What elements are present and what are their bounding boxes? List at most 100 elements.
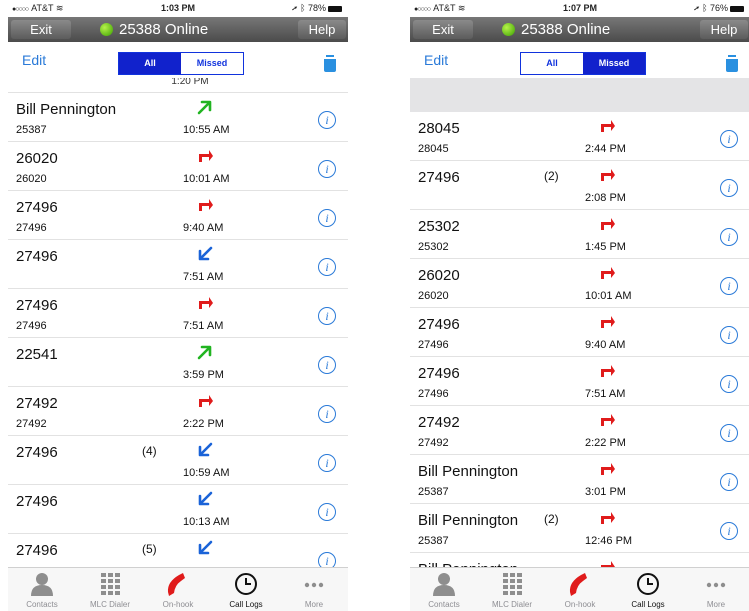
call-log-row[interactable]: 27496 (4) 10:59 AM i bbox=[8, 436, 348, 485]
filter-all-tab[interactable]: All bbox=[119, 53, 181, 74]
info-icon[interactable]: i bbox=[318, 552, 336, 567]
call-time: 2:22 PM bbox=[585, 437, 626, 449]
call-log-row[interactable]: Bill Penningtoni bbox=[410, 553, 749, 567]
trash-icon[interactable] bbox=[324, 55, 336, 72]
edit-button[interactable]: Edit bbox=[22, 52, 46, 68]
info-icon[interactable]: i bbox=[318, 356, 336, 374]
tab-label: Call Logs bbox=[631, 600, 665, 609]
info-icon[interactable]: i bbox=[720, 179, 738, 197]
call-log-row[interactable]: 27496 27496 9:40 AM i bbox=[410, 308, 749, 357]
call-list[interactable]: 1:20 PM Bill Pennington 25387 10:55 AM i 260… bbox=[8, 78, 348, 567]
trash-icon[interactable] bbox=[726, 55, 738, 72]
call-list[interactable]: 28045 28045 2:44 PM i 27496 (2) 2:08 PM i 25302 2… bbox=[410, 78, 749, 567]
online-label: 25388 Online bbox=[521, 21, 611, 38]
filter-missed-tab[interactable]: Missed bbox=[583, 53, 645, 74]
call-time: 9:40 AM bbox=[183, 222, 224, 234]
call-log-row[interactable]: 27492 27492 2:22 PM i bbox=[410, 406, 749, 455]
battery-icon bbox=[730, 5, 744, 12]
tab-more[interactable]: More bbox=[682, 568, 749, 611]
info-icon[interactable]: i bbox=[318, 405, 336, 423]
caller-name: 25302 bbox=[418, 218, 460, 235]
filter-missed-tab[interactable]: Missed bbox=[181, 53, 243, 74]
caller-name: 27496 bbox=[418, 169, 460, 186]
info-icon[interactable]: i bbox=[720, 424, 738, 442]
call-log-row[interactable]: 27496 27496 9:40 AM i bbox=[8, 191, 348, 240]
tab-mlc-dialer[interactable]: MLC Dialer bbox=[478, 568, 546, 611]
call-log-row[interactable]: Bill Pennington 25387 3:01 PM i bbox=[410, 455, 749, 504]
info-icon[interactable]: i bbox=[720, 130, 738, 148]
tab-more[interactable]: More bbox=[280, 568, 348, 611]
tab-contacts[interactable]: Contacts bbox=[410, 568, 478, 611]
info-icon[interactable]: i bbox=[318, 209, 336, 227]
info-icon[interactable]: i bbox=[318, 258, 336, 276]
help-button[interactable]: Help bbox=[700, 20, 748, 39]
info-icon[interactable]: i bbox=[318, 160, 336, 178]
exit-button[interactable]: Exit bbox=[11, 20, 71, 39]
tab-bar: Contacts MLC Dialer On-hook Call Logs More bbox=[8, 567, 348, 611]
call-log-row[interactable]: 26020 26020 10:01 AM i bbox=[8, 142, 348, 191]
info-icon[interactable]: i bbox=[318, 454, 336, 472]
contacts-icon bbox=[431, 572, 457, 596]
missed-call-arrow-icon bbox=[601, 365, 615, 377]
tab-call-logs[interactable]: Call Logs bbox=[212, 568, 280, 611]
exit-button[interactable]: Exit bbox=[413, 20, 473, 39]
call-log-row[interactable]: 27496 27496 7:51 AM i bbox=[410, 357, 749, 406]
tab-on-hook[interactable]: On-hook bbox=[546, 568, 614, 611]
info-icon[interactable]: i bbox=[720, 277, 738, 295]
call-log-row[interactable]: 27496 (2) 2:08 PM i bbox=[410, 161, 749, 210]
call-log-row[interactable]: 26020 26020 10:01 AM i bbox=[410, 259, 749, 308]
tab-call-logs[interactable]: Call Logs bbox=[614, 568, 682, 611]
tab-label: More bbox=[706, 600, 726, 609]
tab-on-hook[interactable]: On-hook bbox=[144, 568, 212, 611]
online-indicator-icon bbox=[502, 23, 515, 36]
clock-icon bbox=[233, 572, 259, 596]
caller-number: 27492 bbox=[16, 418, 47, 430]
info-icon[interactable]: i bbox=[720, 326, 738, 344]
info-icon[interactable]: i bbox=[720, 522, 738, 540]
call-log-row[interactable]: 27492 27492 2:22 PM i bbox=[8, 387, 348, 436]
clock-icon bbox=[635, 572, 661, 596]
missed-call-arrow-icon bbox=[601, 218, 615, 230]
call-log-row[interactable]: 27496 (5) i bbox=[8, 534, 348, 567]
tab-mlc-dialer[interactable]: MLC Dialer bbox=[76, 568, 144, 611]
missed-call-arrow-icon bbox=[601, 316, 615, 328]
info-icon[interactable]: i bbox=[318, 307, 336, 325]
call-log-row[interactable]: Bill Pennington 25387 10:55 AM i bbox=[8, 93, 348, 142]
edit-button[interactable]: Edit bbox=[424, 52, 448, 68]
call-log-row[interactable]: 27496 27496 7:51 AM i bbox=[8, 289, 348, 338]
help-button[interactable]: Help bbox=[298, 20, 346, 39]
info-icon[interactable]: i bbox=[720, 473, 738, 491]
battery-percent: 76% bbox=[709, 3, 728, 13]
missed-call-arrow-icon bbox=[601, 463, 615, 475]
call-rows: 28045 28045 2:44 PM i 27496 (2) 2:08 PM i 25302 2… bbox=[410, 112, 749, 567]
caller-number: 27496 bbox=[16, 320, 47, 332]
call-count: (5) bbox=[142, 542, 157, 556]
contacts-icon bbox=[29, 572, 55, 596]
caller-number: 28045 bbox=[418, 143, 449, 155]
outgoing-call-arrow-icon bbox=[197, 100, 212, 115]
caller-name: Bill Pennington bbox=[418, 463, 519, 480]
missed-call-arrow-icon bbox=[199, 199, 213, 211]
tab-label: On-hook bbox=[162, 600, 194, 609]
call-log-row[interactable]: 28045 28045 2:44 PM i bbox=[410, 112, 749, 161]
call-log-row[interactable]: Bill Pennington 25387 (2) 12:46 PM i bbox=[410, 504, 749, 553]
info-icon[interactable]: i bbox=[318, 503, 336, 521]
info-icon[interactable]: i bbox=[720, 228, 738, 246]
caller-number: 26020 bbox=[418, 290, 449, 302]
call-log-row[interactable]: 27496 7:51 AM i bbox=[8, 240, 348, 289]
call-log-row[interactable]: 27496 10:13 AM i bbox=[8, 485, 348, 534]
online-status: 25388 Online bbox=[502, 20, 610, 39]
tab-label: Call Logs bbox=[229, 600, 263, 609]
info-icon[interactable]: i bbox=[318, 111, 336, 129]
call-log-row[interactable]: 22541 3:59 PM i bbox=[8, 338, 348, 387]
missed-call-arrow-icon bbox=[601, 267, 615, 279]
info-icon[interactable]: i bbox=[720, 375, 738, 393]
tab-contacts[interactable]: Contacts bbox=[8, 568, 76, 611]
call-time: 10:13 AM bbox=[183, 516, 230, 528]
call-log-row[interactable]: 25302 25302 1:45 PM i bbox=[410, 210, 749, 259]
filter-all-tab[interactable]: All bbox=[521, 53, 583, 74]
incoming-call-arrow-icon bbox=[198, 442, 213, 457]
status-bar: ●○○○○ AT&T ≋ 1:07 PM ➚ ᛒ 76% bbox=[410, 0, 749, 17]
call-time: 10:01 AM bbox=[585, 290, 632, 302]
call-time: 1:45 PM bbox=[585, 241, 626, 253]
